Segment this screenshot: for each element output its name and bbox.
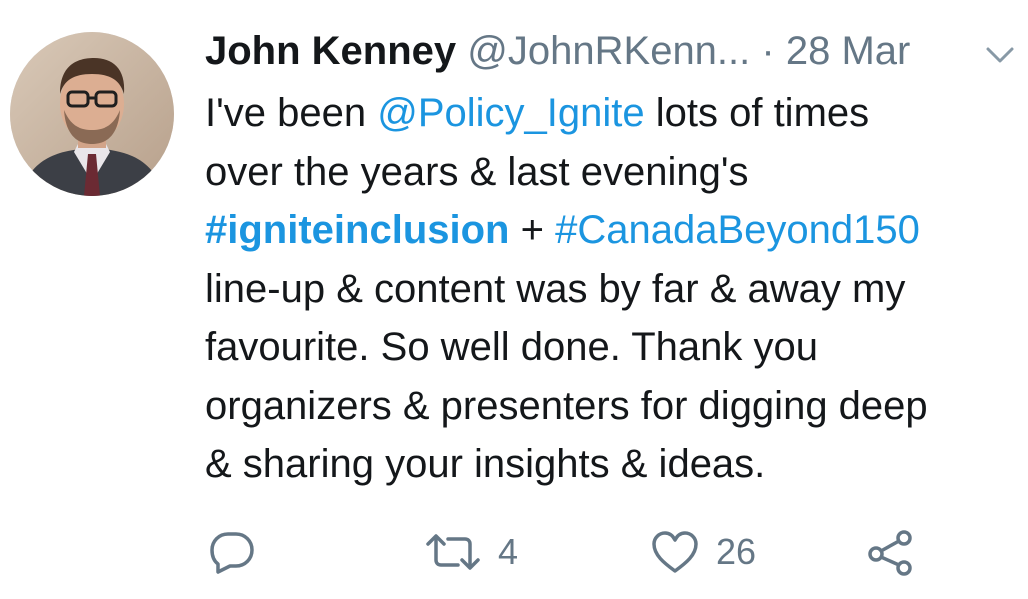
retweet-button[interactable]: 4 — [424, 524, 518, 580]
like-count: 26 — [716, 531, 757, 572]
heart-icon — [652, 531, 698, 573]
tweet-header: John Kenney @JohnRKenn... · 28 Mar — [205, 26, 1015, 76]
author-handle[interactable]: @JohnRKenn... — [467, 29, 750, 73]
tweet-line: I've been @Policy_Ignite lots of times — [205, 84, 1015, 143]
hashtag-link[interactable]: #CanadaBeyond150 — [555, 208, 920, 252]
header-separator: · — [761, 29, 775, 73]
avatar[interactable] — [10, 32, 174, 196]
tweet-line: #igniteinclusion + #CanadaBeyond150 — [205, 201, 1015, 260]
like-button[interactable]: 26 — [650, 524, 756, 580]
text-fragment: lots of times — [644, 91, 870, 135]
action-bar: 4 26 — [0, 524, 1028, 580]
reply-button[interactable] — [208, 524, 256, 580]
text-fragment: + — [509, 208, 556, 252]
share-button[interactable] — [866, 524, 914, 580]
mention-link[interactable]: @Policy_Ignite — [377, 91, 644, 135]
hashtag-link[interactable]: #igniteinclusion — [205, 208, 509, 252]
share-icon — [868, 530, 912, 576]
reply-icon — [210, 532, 254, 574]
tweet-date[interactable]: 28 Mar — [786, 29, 911, 73]
text-fragment: I've been — [205, 91, 378, 135]
author-name[interactable]: John Kenney — [205, 29, 456, 73]
tweet-line: line-up & content was by far & away my — [205, 266, 906, 311]
tweet-line: favourite. So well done. Thank you — [205, 325, 818, 369]
tweet-text: I've been @Policy_Ignite lots of times o… — [205, 84, 1015, 494]
retweet-count: 4 — [498, 531, 519, 572]
avatar-image — [10, 32, 174, 196]
chevron-down-icon[interactable] — [985, 44, 1015, 66]
retweet-icon — [426, 534, 480, 570]
tweet-card[interactable]: John Kenney @JohnRKenn... · 28 Mar I've … — [0, 0, 1028, 599]
tweet-line: over the years & last evening's — [205, 149, 749, 194]
tweet-line: organizers & presenters for digging deep — [205, 383, 928, 428]
tweet-line: & sharing your insights & ideas. — [205, 442, 766, 486]
